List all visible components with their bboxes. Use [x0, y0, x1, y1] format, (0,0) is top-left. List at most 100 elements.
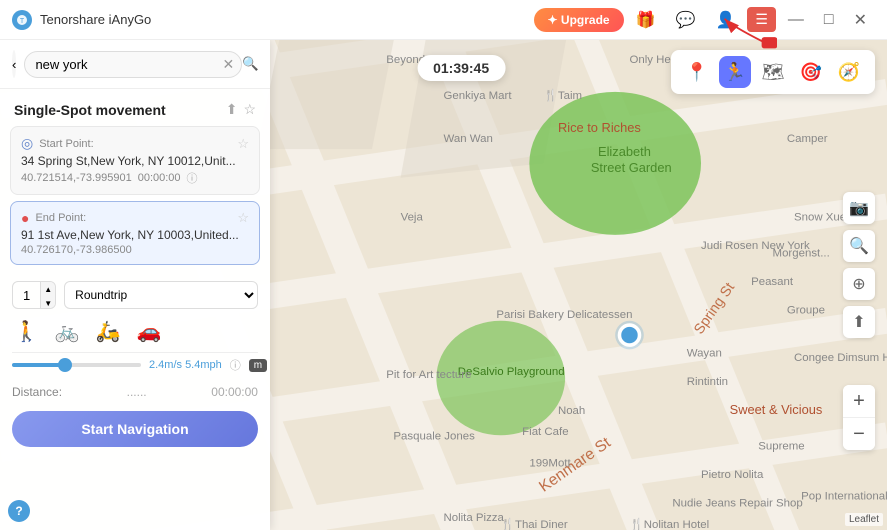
trip-count-value: 1 — [13, 282, 40, 309]
minimize-button[interactable]: — — [780, 7, 812, 33]
movement-header: Single-Spot movement ⬆ ☆ — [0, 89, 270, 126]
map-tool-compass[interactable]: 🎯 — [795, 56, 827, 88]
transport-bike-button[interactable]: 🚲 — [55, 319, 80, 344]
transport-moped-button[interactable]: 🛵 — [96, 319, 121, 344]
speed-info-icon[interactable]: ⓘ — [230, 357, 241, 373]
svg-text:Pit for Art tecture: Pit for Art tecture — [386, 369, 471, 381]
trip-type-select[interactable]: Roundtrip One-Way Loop — [64, 281, 258, 309]
svg-text:🍴Nolitan Hotel: 🍴Nolitan Hotel — [629, 517, 709, 530]
help-button[interactable]: ? — [8, 500, 30, 522]
svg-text:T: T — [20, 18, 25, 25]
speed-slider[interactable] — [12, 363, 141, 367]
close-button[interactable]: ✕ — [846, 6, 875, 34]
end-point-header: ● End Point: ☆ — [21, 210, 249, 226]
end-point-label: End Point: — [35, 212, 86, 224]
start-point-address: 34 Spring St,New York, NY 10012,Unit... — [21, 154, 249, 168]
transport-walk-button[interactable]: 🚶 — [14, 319, 39, 344]
svg-text:Elizabeth: Elizabeth — [598, 144, 651, 159]
leaflet-credit: Leaflet — [845, 513, 883, 526]
spinbox-arrows: ▲ ▼ — [40, 282, 55, 309]
transport-icons: 🚶 🚲 🛵 🚗 — [12, 319, 258, 352]
speed-section: 2.4m/s 5.4mph ⓘ m — [12, 357, 258, 381]
zoom-out-button[interactable]: − — [843, 418, 875, 450]
end-point-star-button[interactable]: ☆ — [237, 210, 249, 226]
map-side-icons: 📷 🔍 ⊕ ⬆ — [843, 192, 875, 338]
discord-button[interactable]: 💬 — [668, 6, 704, 34]
svg-text:Sweet & Vicious: Sweet & Vicious — [730, 402, 823, 417]
start-point-coords: 40.721514,-73.995901 00:00:00 ⓘ — [21, 170, 249, 186]
timer-badge: 01:39:45 — [417, 55, 505, 81]
end-point-coords: 40.726170,-73.986500 — [21, 244, 249, 256]
svg-text:Pop International Galleries: Pop International Galleries — [801, 491, 887, 503]
svg-text:🍴Taim: 🍴Taim — [544, 88, 582, 102]
start-point-star-button[interactable]: ☆ — [237, 136, 249, 152]
map-screenshot-button[interactable]: 📷 — [843, 192, 875, 224]
titlebar-left: T Tenorshare iAnyGo — [12, 10, 151, 30]
gift-button[interactable]: 🎁 — [628, 6, 664, 34]
start-point-header: ◎ Start Point: ☆ — [21, 135, 249, 152]
svg-text:199Mott: 199Mott — [529, 458, 571, 470]
end-point-address: 91 1st Ave,New York, NY 10003,United... — [21, 228, 249, 242]
svg-text:Camper: Camper — [787, 133, 828, 145]
svg-text:Supreme: Supreme — [758, 441, 804, 453]
start-point-info-icon[interactable]: ⓘ — [187, 170, 198, 186]
search-input[interactable] — [24, 51, 242, 78]
distance-dots: ...... — [127, 385, 147, 399]
map-toolbar: 📍 🏃 🗺 🎯 🧭 — [671, 50, 875, 94]
map-tool-person[interactable]: 🧭 — [833, 56, 865, 88]
trip-controls: 1 ▲ ▼ Roundtrip One-Way Loop — [12, 281, 258, 309]
svg-text:Wayan: Wayan — [687, 348, 722, 360]
star-icon-button[interactable]: ☆ — [243, 101, 256, 118]
svg-text:Peasant: Peasant — [751, 276, 794, 288]
transport-car-button[interactable]: 🚗 — [137, 319, 162, 344]
svg-text:Rice to Riches: Rice to Riches — [558, 120, 641, 135]
speed-divider — [12, 352, 258, 353]
spinbox-up-button[interactable]: ▲ — [41, 282, 55, 296]
map-tool-route[interactable]: 🗺 — [757, 56, 789, 88]
maximize-button[interactable]: □ — [816, 7, 842, 33]
search-icon-button[interactable]: 🔍 — [242, 56, 259, 72]
map-search-button[interactable]: 🔍 — [843, 230, 875, 262]
titlebar-right: ✦ Upgrade 🎁 💬 👤 ☰ — □ ✕ — [534, 6, 875, 34]
back-button[interactable]: ‹ — [12, 50, 16, 78]
map-compass-button[interactable]: ⬆ — [843, 306, 875, 338]
map-tool-location[interactable]: 📍 — [681, 56, 713, 88]
speed-unit-badge[interactable]: m — [249, 359, 267, 372]
svg-text:Street Garden: Street Garden — [591, 160, 672, 175]
start-navigation-button[interactable]: Start Navigation — [12, 411, 258, 447]
map-target-button[interactable]: ⊕ — [843, 268, 875, 300]
zoom-controls: + − — [843, 385, 875, 450]
spinbox-down-button[interactable]: ▼ — [41, 296, 55, 309]
end-point-card: ● End Point: ☆ 91 1st Ave,New York, NY 1… — [10, 201, 260, 265]
map-tool-move[interactable]: 🏃 — [719, 56, 751, 88]
end-point-icon: ● — [21, 210, 29, 226]
distance-label: Distance: — [12, 385, 62, 399]
start-point-icon: ◎ — [21, 135, 33, 152]
app-logo: T — [12, 10, 32, 30]
share-icon-button[interactable]: ⬆ — [226, 101, 238, 118]
search-clear-button[interactable]: ✕ — [222, 56, 234, 73]
svg-text:Wan Wan: Wan Wan — [444, 133, 493, 145]
search-bar: ‹ ✕ 🔍 — [0, 40, 270, 89]
svg-text:Fiat Cafe: Fiat Cafe — [522, 426, 568, 438]
svg-text:Parisi Bakery Delicatessen: Parisi Bakery Delicatessen — [496, 309, 632, 321]
upgrade-button[interactable]: ✦ Upgrade — [534, 8, 624, 32]
svg-text:Noah: Noah — [558, 405, 585, 417]
controls-section: 1 ▲ ▼ Roundtrip One-Way Loop 🚶 🚲 🛵 🚗 — [0, 271, 270, 463]
movement-actions: ⬆ ☆ — [226, 101, 256, 118]
distance-time: 00:00:00 — [211, 385, 258, 399]
left-panel: ‹ ✕ 🔍 Single-Spot movement ⬆ ☆ ◎ Start P… — [0, 40, 270, 530]
movement-title: Single-Spot movement — [14, 102, 166, 118]
annotation-arrow — [717, 10, 777, 50]
distance-row: Distance: ...... 00:00:00 — [12, 381, 258, 403]
svg-text:Judi Rosen New York: Judi Rosen New York — [701, 240, 810, 252]
app-title: Tenorshare iAnyGo — [40, 12, 151, 27]
start-point-label: Start Point: — [39, 138, 93, 150]
svg-text:Nudie Jeans Repair Shop: Nudie Jeans Repair Shop — [672, 498, 802, 510]
svg-text:Veja: Veja — [401, 212, 424, 224]
svg-text:DeSalvio Playground: DeSalvio Playground — [458, 366, 565, 378]
zoom-in-button[interactable]: + — [843, 385, 875, 417]
route-section: ◎ Start Point: ☆ 34 Spring St,New York, … — [0, 126, 270, 271]
speed-label: 2.4m/s 5.4mph — [149, 359, 222, 371]
start-point-card: ◎ Start Point: ☆ 34 Spring St,New York, … — [10, 126, 260, 195]
